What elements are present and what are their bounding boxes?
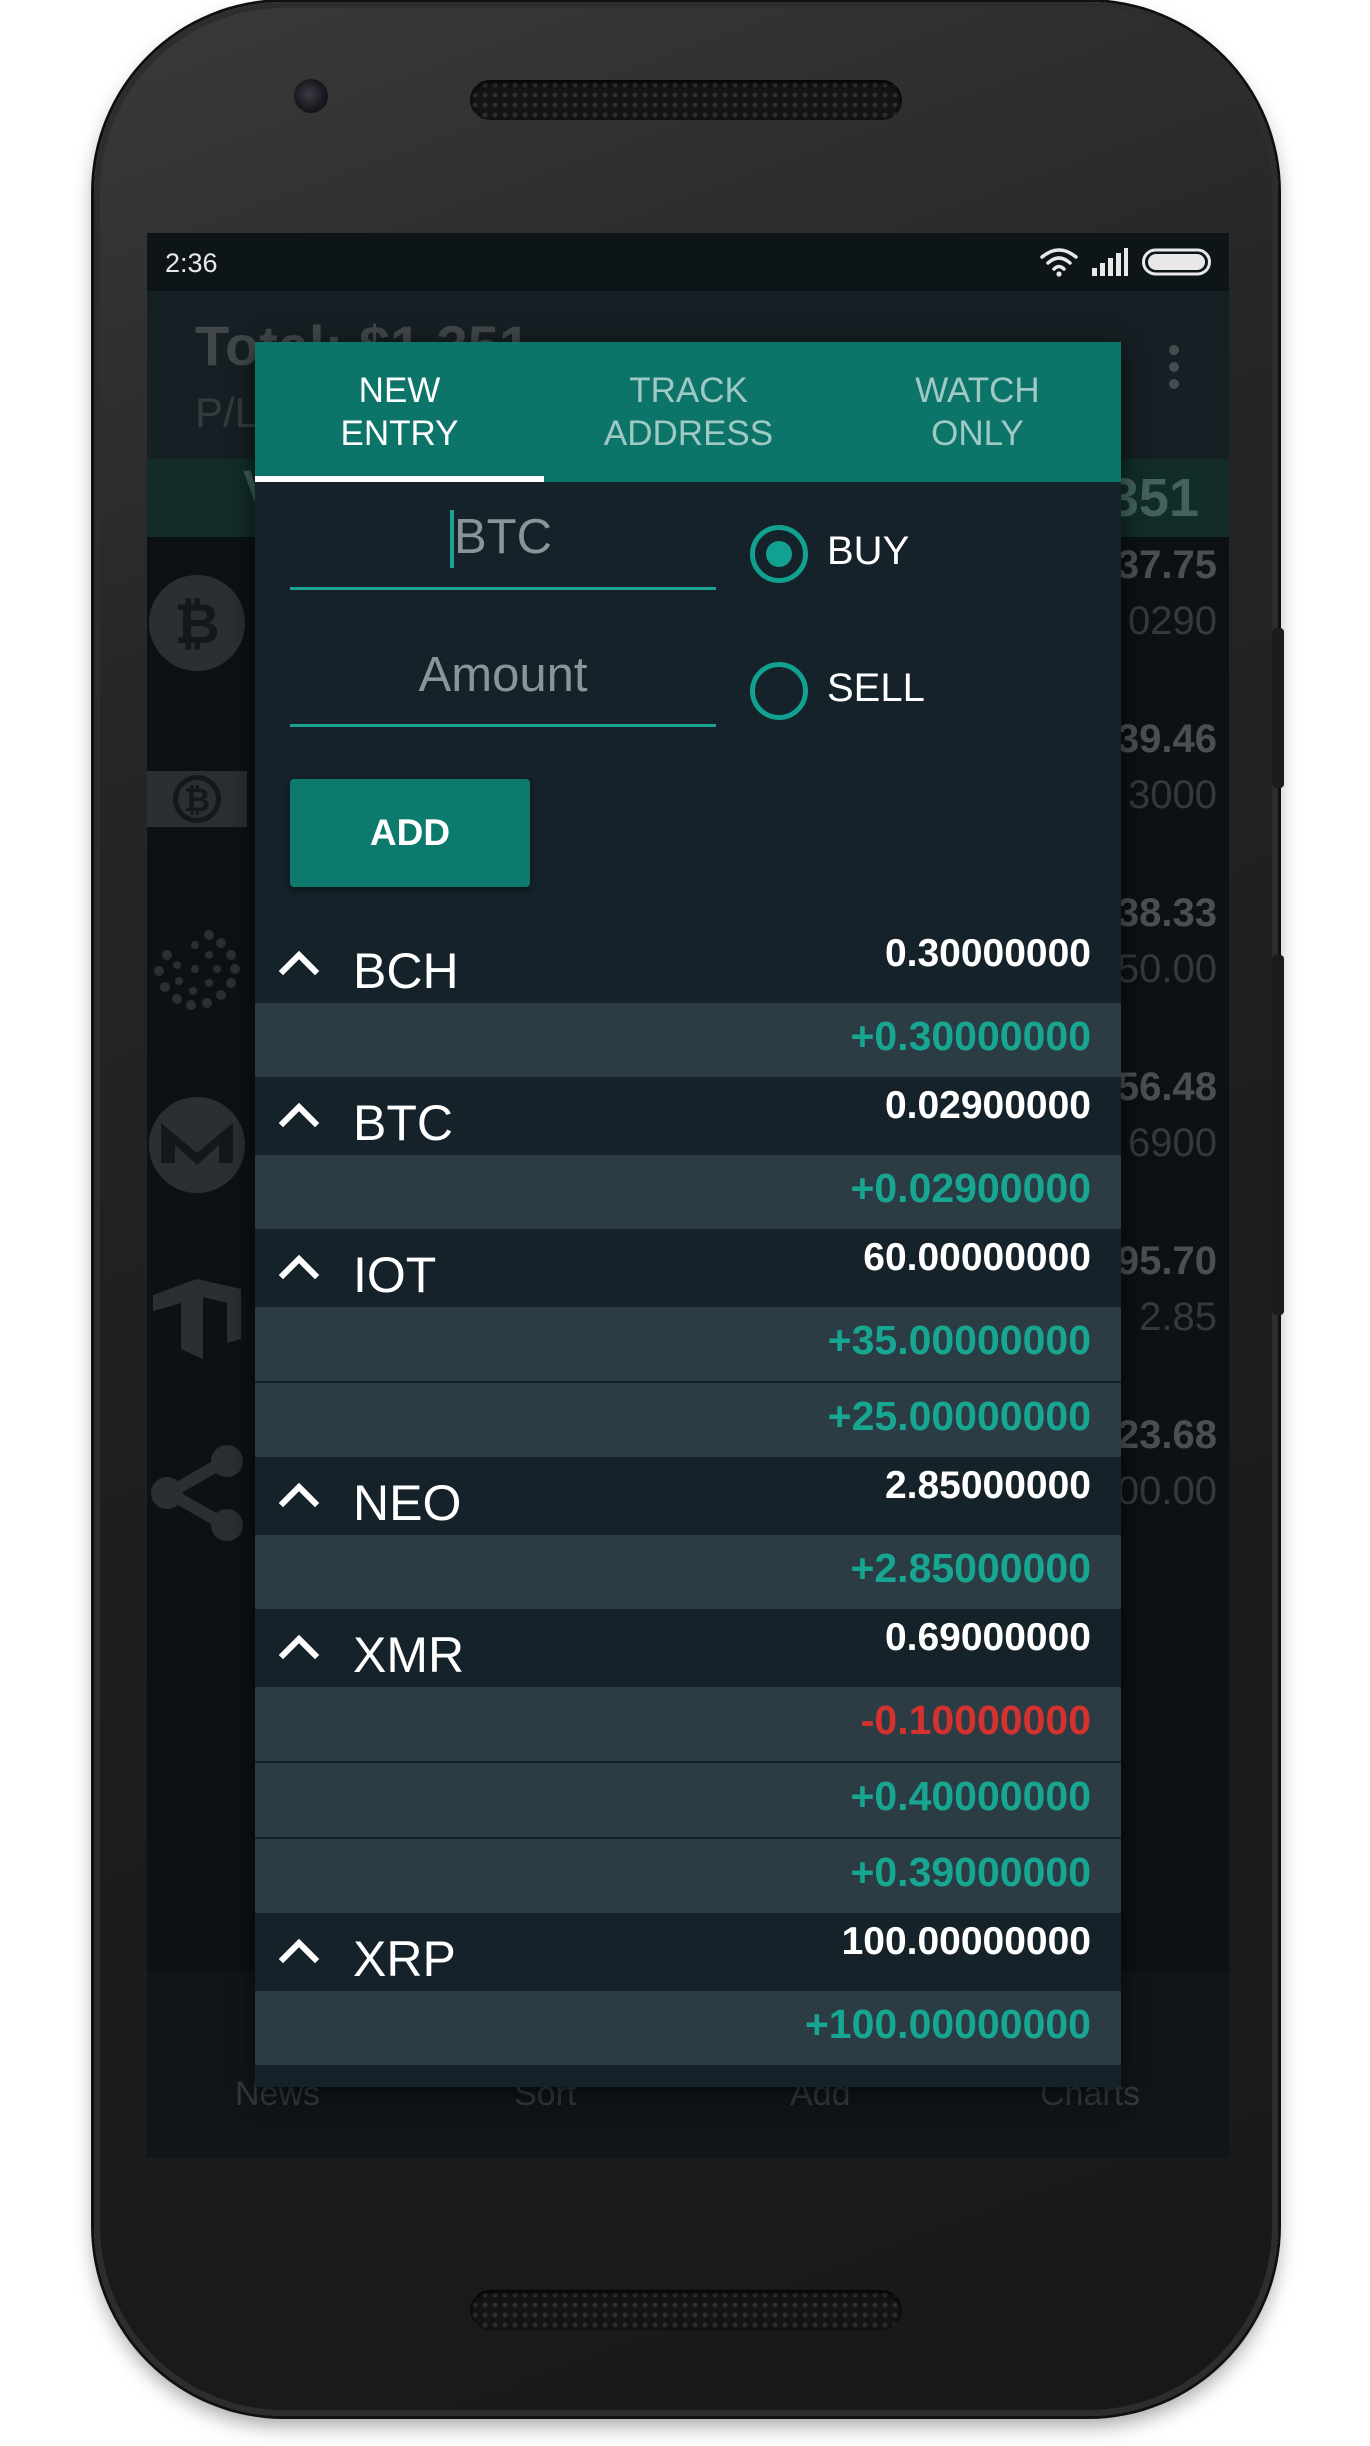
transaction-row[interactable]: +100.00000000 <box>255 1991 1121 2067</box>
chevron-up-icon[interactable] <box>277 1931 321 1971</box>
earpiece-speaker <box>470 80 902 120</box>
buy-radio[interactable] <box>750 525 808 583</box>
entry-total: 0.69000000 <box>884 1616 1091 1659</box>
entry-header[interactable]: BCH 0.30000000 <box>255 927 1121 1003</box>
transaction-amount: +0.02900000 <box>850 1165 1091 1211</box>
amount-input[interactable] <box>290 630 716 720</box>
sell-radio[interactable] <box>750 662 808 720</box>
entry-header[interactable]: IOT 60.00000000 <box>255 1231 1121 1307</box>
add-entry-dialog: NEW ENTRY TRACK ADDRESS WATCH ONLY BUY S… <box>255 342 1121 2087</box>
entry-header[interactable]: XMR 0.69000000 <box>255 1611 1121 1687</box>
status-bar: 2:36 <box>147 233 1229 291</box>
sell-label[interactable]: SELL <box>827 666 925 711</box>
tab-new-entry-label: NEW ENTRY <box>340 371 459 453</box>
wifi-icon <box>1040 248 1078 277</box>
entry-header[interactable]: XRP 100.00000000 <box>255 1915 1121 1991</box>
transaction-row[interactable]: +35.00000000 <box>255 1307 1121 1383</box>
transaction-row[interactable]: +0.40000000 <box>255 1763 1121 1839</box>
entry-symbol: XRP <box>353 1931 456 1987</box>
entry-total: 0.30000000 <box>884 932 1091 975</box>
chevron-up-icon[interactable] <box>277 1095 321 1135</box>
amount-underline <box>290 724 716 727</box>
chevron-up-icon[interactable] <box>277 1627 321 1667</box>
tab-watch-only-label: WATCH ONLY <box>915 371 1040 453</box>
battery-icon <box>1142 248 1211 276</box>
entry-symbol: BTC <box>353 1095 453 1151</box>
tab-track-address-label: TRACK ADDRESS <box>603 371 774 453</box>
status-time: 2:36 <box>165 248 218 278</box>
text-cursor <box>450 510 454 568</box>
entry-total: 0.02900000 <box>884 1084 1091 1127</box>
entry-symbol: XMR <box>353 1627 465 1683</box>
transaction-row[interactable]: -0.10000000 <box>255 1687 1121 1763</box>
tab-indicator <box>255 476 544 482</box>
entry-symbol: NEO <box>353 1475 462 1531</box>
chevron-up-icon[interactable] <box>277 1247 321 1287</box>
bottom-speaker <box>470 2290 902 2330</box>
buy-label[interactable]: BUY <box>827 529 909 574</box>
entry-total: 2.85000000 <box>884 1464 1091 1507</box>
tab-new-entry[interactable]: NEW ENTRY <box>255 342 544 482</box>
entry-header[interactable]: NEO 2.85000000 <box>255 1459 1121 1535</box>
transaction-amount: +25.00000000 <box>827 1393 1091 1439</box>
transaction-row[interactable]: +0.39000000 <box>255 1839 1121 1915</box>
front-camera <box>294 79 328 113</box>
entry-symbol: IOT <box>353 1247 437 1303</box>
symbol-underline <box>290 587 716 590</box>
signal-icon <box>1092 248 1128 276</box>
chevron-up-icon[interactable] <box>277 1475 321 1515</box>
radio-selected-dot <box>766 541 792 567</box>
entry-header[interactable]: BTC 0.02900000 <box>255 1079 1121 1155</box>
entry-total: 60.00000000 <box>863 1236 1091 1279</box>
transaction-row[interactable]: +25.00000000 <box>255 1383 1121 1459</box>
tab-watch-only[interactable]: WATCH ONLY <box>833 342 1121 482</box>
transaction-amount: +2.85000000 <box>850 1545 1091 1591</box>
screen: 2:36 Total: $1,351 P/L <box>147 233 1229 2158</box>
transaction-amount: +0.40000000 <box>850 1773 1091 1819</box>
transaction-row[interactable]: +0.30000000 <box>255 1003 1121 1079</box>
add-button[interactable]: ADD <box>290 779 530 887</box>
transaction-amount: +0.39000000 <box>850 1849 1091 1895</box>
symbol-input[interactable] <box>290 492 716 582</box>
entry-total: 100.00000000 <box>841 1920 1091 1963</box>
transaction-amount: +0.30000000 <box>850 1013 1091 1059</box>
dialog-tabs: NEW ENTRY TRACK ADDRESS WATCH ONLY <box>255 342 1121 482</box>
transaction-amount: +35.00000000 <box>827 1317 1091 1363</box>
volume-button <box>1272 955 1284 1315</box>
tab-track-address[interactable]: TRACK ADDRESS <box>544 342 833 482</box>
power-button <box>1272 628 1284 788</box>
transaction-amount: -0.10000000 <box>860 1697 1091 1743</box>
entry-list: BCH 0.30000000 +0.30000000 BTC 0.02900000 +0.… <box>255 927 1121 2067</box>
entry-symbol: BCH <box>353 943 459 999</box>
chevron-up-icon[interactable] <box>277 943 321 983</box>
transaction-row[interactable]: +2.85000000 <box>255 1535 1121 1611</box>
transaction-row[interactable]: +0.02900000 <box>255 1155 1121 1231</box>
transaction-amount: +100.00000000 <box>804 2001 1091 2047</box>
